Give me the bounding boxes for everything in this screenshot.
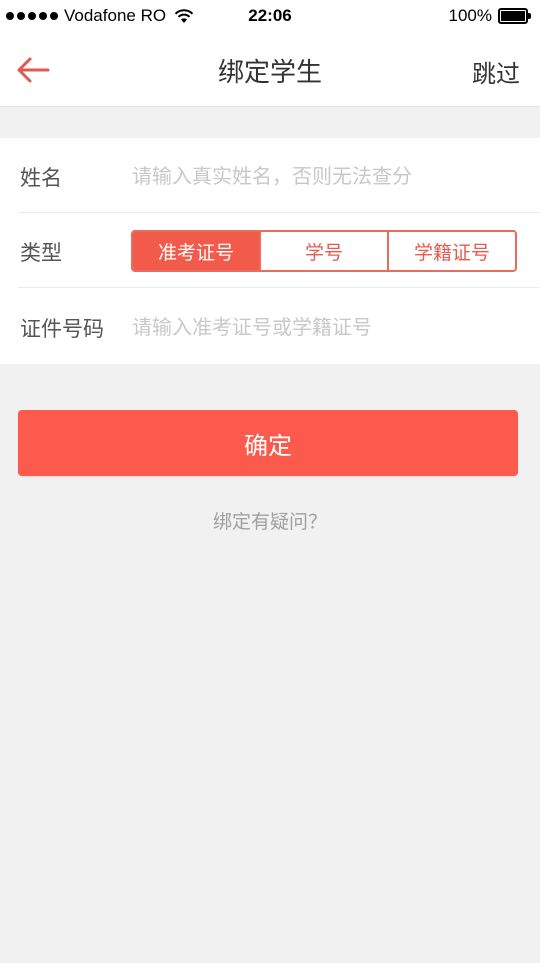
help-link[interactable]: 绑定有疑问？: [0, 507, 540, 534]
id-label: 证件号码: [20, 317, 104, 341]
type-segmented-control: 准考证号 学号 学籍证号: [131, 230, 517, 272]
divider: [18, 287, 540, 288]
id-number-input[interactable]: 请输入准考证号或学籍证号: [132, 311, 522, 340]
type-label: 类型: [20, 241, 62, 265]
bind-student-form: 姓名 请输入真实姓名，否则无法查分 类型 准考证号 学号 学籍证号 证件号码 请…: [0, 138, 540, 364]
battery-percent: 100%: [448, 6, 492, 25]
type-option-student-id[interactable]: 学号: [261, 232, 389, 270]
name-input[interactable]: 请输入真实姓名，否则无法查分: [132, 160, 522, 189]
id-row: 证件号码 请输入准考证号或学籍证号: [0, 289, 540, 364]
name-row: 姓名 请输入真实姓名，否则无法查分: [0, 138, 540, 213]
status-bar: Vodafone RO 22:06 100%: [0, 0, 540, 34]
type-option-exam-id[interactable]: 准考证号: [133, 232, 261, 270]
battery-icon: [498, 8, 531, 24]
confirm-button[interactable]: 确定: [18, 410, 518, 476]
type-option-registry-id[interactable]: 学籍证号: [389, 232, 515, 270]
name-label: 姓名: [20, 166, 62, 190]
nav-bar: 绑定学生 跳过: [0, 34, 540, 107]
page-title: 绑定学生: [217, 58, 322, 88]
status-right: 100%: [448, 6, 531, 26]
skip-button[interactable]: 跳过: [472, 54, 520, 89]
